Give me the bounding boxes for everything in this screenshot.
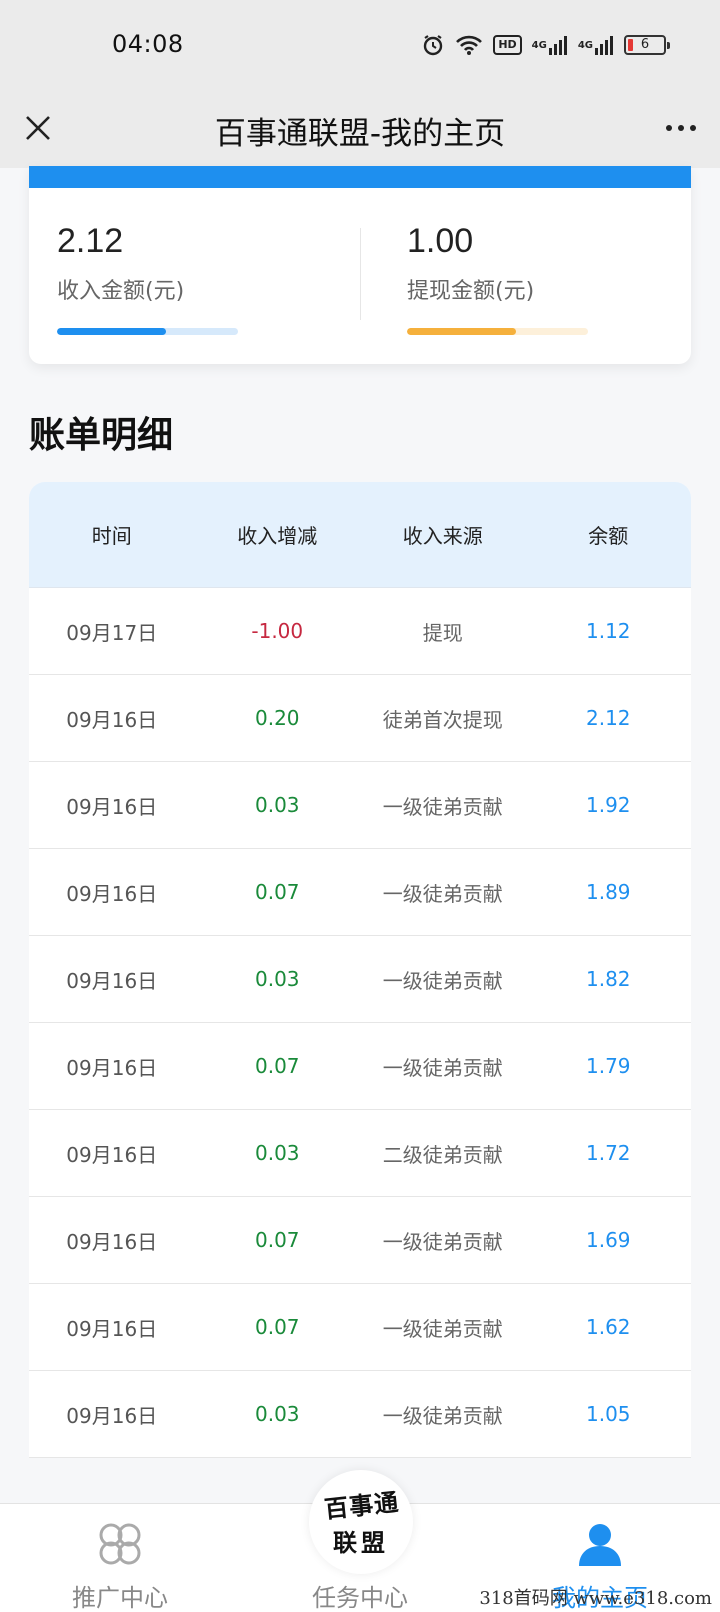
- table-row: 09月16日 0.07 一级徒弟贡献 1.62: [29, 1284, 691, 1371]
- row-balance: 2.12: [585, 706, 631, 730]
- table-row: 09月16日 0.03 一级徒弟贡献 1.82: [29, 936, 691, 1023]
- card-header-strip: [29, 166, 691, 188]
- row-date: 09月16日: [66, 881, 158, 906]
- withdraw-stat: 1.00 提现金额(元): [407, 222, 534, 305]
- row-date: 09月17日: [66, 620, 158, 645]
- section-title: 账单明细: [29, 415, 174, 456]
- withdraw-progress-bar: [407, 328, 588, 335]
- more-dot-icon: [678, 125, 684, 131]
- row-balance: 1.05: [585, 1402, 631, 1426]
- table-row: 09月16日 0.03 一级徒弟贡献 1.05: [29, 1371, 691, 1458]
- header-source: 收入来源: [402, 524, 483, 548]
- income-progress-bar: [57, 328, 238, 335]
- row-date: 09月16日: [66, 1055, 158, 1080]
- logo-text-line1: 百事通: [322, 1488, 401, 1524]
- row-balance: 1.69: [585, 1228, 631, 1252]
- hd-icon: HD: [493, 35, 522, 55]
- row-source: 一级徒弟贡献: [382, 1229, 503, 1254]
- income-progress-fill: [57, 328, 166, 335]
- row-balance: 1.79: [585, 1054, 631, 1078]
- row-change: 0.03: [254, 793, 300, 817]
- bill-table: 时间 收入增减 收入来源 余额 09月17日 -1.00 提现 1.12 09月16日 0…: [29, 482, 691, 1458]
- row-balance: 1.12: [585, 619, 631, 643]
- table-row: 09月16日 0.07 一级徒弟贡献 1.89: [29, 849, 691, 936]
- row-date: 09月16日: [66, 794, 158, 819]
- row-date: 09月16日: [66, 1403, 158, 1428]
- page-title: 百事通联盟-我的主页: [214, 116, 506, 152]
- nav-label-tasks: 任务中心: [312, 1584, 408, 1612]
- row-date: 09月16日: [66, 968, 158, 993]
- row-date: 09月16日: [66, 707, 158, 732]
- header-change: 收入增减: [237, 524, 318, 548]
- row-balance: 1.92: [585, 793, 631, 817]
- row-source: 一级徒弟贡献: [382, 1055, 503, 1080]
- row-source: 一级徒弟贡献: [382, 1403, 503, 1428]
- row-balance: 1.62: [585, 1315, 631, 1339]
- table-row: 09月16日 0.07 一级徒弟贡献 1.69: [29, 1197, 691, 1284]
- table-row: 09月16日 0.03 一级徒弟贡献 1.92: [29, 762, 691, 849]
- row-source: 提现: [422, 620, 463, 645]
- row-change: 0.07: [254, 1228, 300, 1252]
- row-balance: 1.72: [585, 1141, 631, 1165]
- row-source: 一级徒弟贡献: [382, 1316, 503, 1341]
- summary-card: 2.12 收入金额(元) 1.00 提现金额(元): [29, 166, 691, 364]
- row-change: -1.00: [251, 619, 304, 643]
- more-options-button[interactable]: [656, 108, 706, 148]
- row-source: 一级徒弟贡献: [382, 968, 503, 993]
- clover-icon: [96, 1520, 144, 1572]
- withdraw-label: 提现金额(元): [407, 279, 535, 304]
- table-row: 09月16日 0.07 一级徒弟贡献 1.79: [29, 1023, 691, 1110]
- status-bar: 04:08 HD 4G 4G 6: [0, 0, 720, 88]
- income-value: 2.12: [57, 222, 124, 260]
- signal-icon-2: 4G: [578, 34, 614, 56]
- row-source: 二级徒弟贡献: [382, 1142, 503, 1167]
- income-stat: 2.12 收入金额(元): [57, 222, 184, 305]
- nav-item-promotion[interactable]: 推广中心: [0, 1504, 240, 1612]
- withdraw-progress-fill: [407, 328, 516, 335]
- income-label: 收入金额(元): [57, 279, 185, 304]
- row-change: 0.03: [254, 967, 300, 991]
- row-date: 09月16日: [66, 1316, 158, 1341]
- table-header: 时间 收入增减 收入来源 余额: [29, 482, 691, 588]
- wifi-icon: [455, 34, 483, 56]
- row-change: 0.20: [254, 706, 300, 730]
- signal-icon-1: 4G: [532, 34, 568, 56]
- table-body: 09月17日 -1.00 提现 1.12 09月16日 0.20 徒弟首次提现 2.12 09月…: [29, 588, 691, 1458]
- row-source: 一级徒弟贡献: [382, 794, 503, 819]
- row-change: 0.07: [254, 880, 300, 904]
- withdraw-value: 1.00: [407, 222, 474, 260]
- row-change: 0.07: [254, 1054, 300, 1078]
- row-change: 0.07: [254, 1315, 300, 1339]
- table-row: 09月16日 0.20 徒弟首次提现 2.12: [29, 675, 691, 762]
- row-date: 09月16日: [66, 1142, 158, 1167]
- title-bar: 百事通联盟-我的主页: [0, 88, 720, 168]
- alarm-icon: [421, 33, 445, 57]
- row-balance: 1.89: [585, 880, 631, 904]
- nav-label-promotion: 推广中心: [72, 1584, 168, 1612]
- task-center-logo-button[interactable]: 百事通 联盟: [309, 1470, 413, 1574]
- header-time: 时间: [91, 524, 132, 548]
- row-source: 徒弟首次提现: [382, 707, 503, 732]
- row-change: 0.03: [254, 1141, 300, 1165]
- user-icon: [576, 1520, 624, 1572]
- status-icons: HD 4G 4G 6: [421, 30, 670, 60]
- logo-text-line2: 联盟: [333, 1529, 389, 1557]
- header-balance: 余额: [588, 524, 629, 548]
- stat-divider: [360, 228, 361, 320]
- row-date: 09月16日: [66, 1229, 158, 1254]
- battery-icon: 6: [624, 35, 670, 55]
- row-source: 一级徒弟贡献: [382, 881, 503, 906]
- table-row: 09月17日 -1.00 提现 1.12: [29, 588, 691, 675]
- status-time: 04:08: [112, 30, 184, 58]
- table-row: 09月16日 0.03 二级徒弟贡献 1.72: [29, 1110, 691, 1197]
- more-dot-icon: [666, 125, 672, 131]
- row-change: 0.03: [254, 1402, 300, 1426]
- more-dot-icon: [690, 125, 696, 131]
- row-balance: 1.82: [585, 967, 631, 991]
- watermark: 318首码网 www.e318.com: [479, 1588, 712, 1609]
